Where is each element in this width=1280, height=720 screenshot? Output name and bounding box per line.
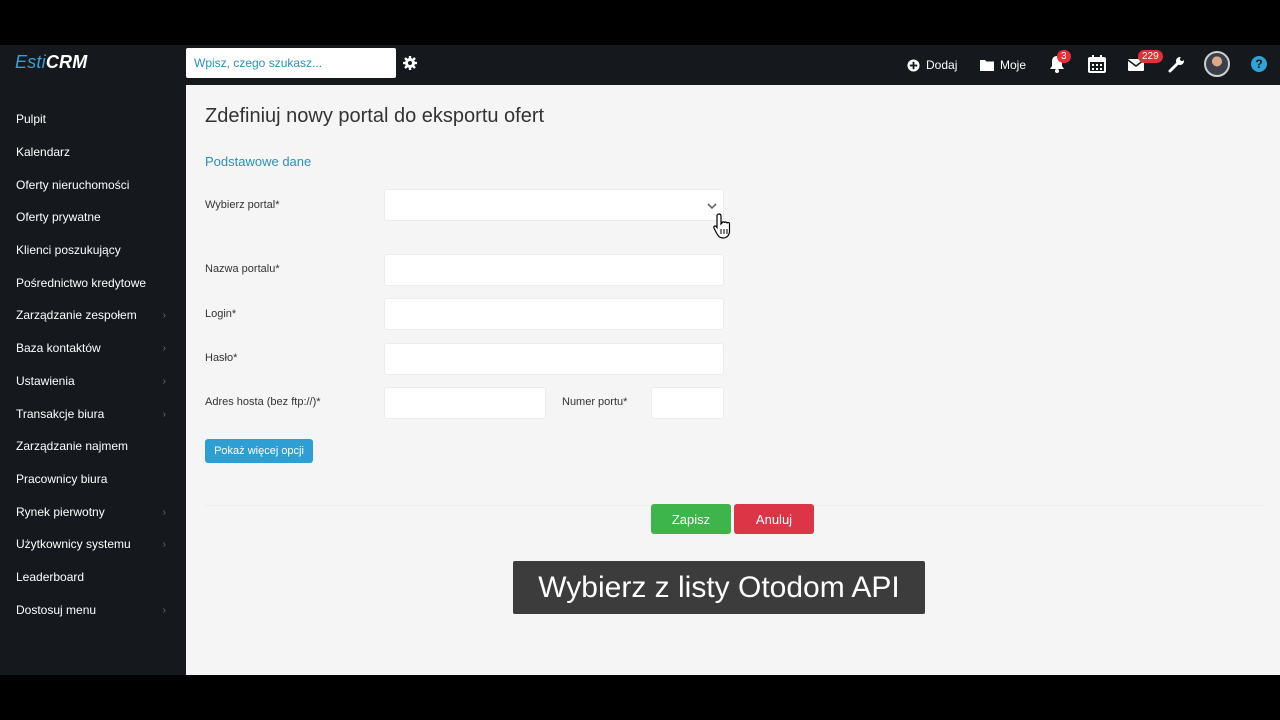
- app-logo[interactable]: EstiCRM: [15, 52, 87, 73]
- sidebar-item-label: Pulpit: [16, 112, 47, 126]
- sidebar-item-oferty-prywatne[interactable]: Oferty prywatne: [0, 201, 186, 233]
- sidebar-item-label: Pracownicy biura: [16, 472, 108, 486]
- logo-text-light: Esti: [15, 52, 46, 72]
- messages-badge: 229: [1138, 50, 1163, 63]
- calendar-icon[interactable]: [1087, 54, 1107, 74]
- chevron-right-icon: ›: [162, 604, 166, 616]
- sidebar-item-label: Transakcje biura: [16, 407, 105, 421]
- mine-button[interactable]: Moje: [980, 55, 1026, 75]
- sidebar-item-transakcje-biura[interactable]: Transakcje biura ›: [0, 398, 186, 430]
- host-field[interactable]: [384, 387, 546, 419]
- port-label: Numer portu*: [562, 396, 628, 408]
- sidebar-item-label: Zarządzanie najmem: [16, 439, 129, 453]
- sidebar-item-zarzadzanie-najmem[interactable]: Zarządzanie najmem: [0, 430, 186, 462]
- chevron-right-icon: ›: [162, 309, 166, 321]
- save-button[interactable]: Zapisz: [651, 504, 731, 534]
- chevron-right-icon: ›: [162, 408, 166, 420]
- user-avatar[interactable]: [1204, 51, 1230, 77]
- sidebar-item-pulpit[interactable]: Pulpit: [0, 103, 186, 135]
- port-field[interactable]: [651, 387, 724, 419]
- sidebar-item-baza-kontaktow[interactable]: Baza kontaktów ›: [0, 332, 186, 364]
- search-input[interactable]: [186, 48, 396, 78]
- video-caption: Wybierz z listy Otodom API: [513, 561, 925, 614]
- logo-text-bold: CRM: [45, 52, 88, 72]
- sidebar-item-uzytkownicy-systemu[interactable]: Użytkownicy systemu ›: [0, 528, 186, 560]
- mine-label: Moje: [1000, 58, 1027, 72]
- chevron-right-icon: ›: [162, 375, 166, 387]
- page-title: Zdefiniuj nowy portal do eksportu ofert: [205, 105, 545, 127]
- portal-name-label: Nazwa portalu*: [205, 263, 280, 275]
- sidebar-item-label: Oferty nieruchomości: [16, 178, 130, 192]
- sidebar-item-label: Ustawienia: [16, 374, 75, 388]
- sidebar-item-label: Pośrednictwo kredytowe: [16, 276, 147, 290]
- hand-cursor-icon: [713, 213, 731, 239]
- sidebar-item-zarzadzanie-zespolem[interactable]: Zarządzanie zespołem ›: [0, 299, 186, 331]
- sidebar-item-posrednictwo-kredytowe[interactable]: Pośrednictwo kredytowe: [0, 267, 186, 299]
- sidebar-item-pracownicy-biura[interactable]: Pracownicy biura: [0, 463, 186, 495]
- sidebar-item-rynek-pierwotny[interactable]: Rynek pierwotny ›: [0, 496, 186, 528]
- sidebar-item-oferty-nieruchomosci[interactable]: Oferty nieruchomości: [0, 169, 186, 201]
- cancel-button[interactable]: Anuluj: [734, 504, 814, 534]
- letterbox-top: [0, 0, 1280, 45]
- letterbox-bottom: [0, 675, 1280, 720]
- top-bar: EstiCRM Dodaj Moje: [0, 45, 1280, 85]
- sidebar-item-label: Oferty prywatne: [16, 210, 101, 224]
- notifications-badge: 3: [1057, 50, 1071, 63]
- sidebar-item-label: Leaderboard: [16, 570, 85, 584]
- sidebar-item-label: Rynek pierwotny: [16, 505, 105, 519]
- section-title: Podstawowe dane: [205, 154, 312, 169]
- password-field[interactable]: [384, 343, 724, 375]
- sidebar-item-label: Użytkownicy systemu: [16, 537, 131, 551]
- folder-icon: [980, 60, 994, 71]
- login-label: Login*: [205, 308, 237, 320]
- chevron-right-icon: ›: [162, 342, 166, 354]
- wrench-icon[interactable]: [1167, 54, 1187, 74]
- portal-select[interactable]: [384, 189, 724, 221]
- portal-name-field[interactable]: [384, 254, 724, 286]
- sidebar-item-label: Kalendarz: [16, 145, 71, 159]
- add-label: Dodaj: [926, 58, 958, 72]
- sidebar-item-label: Baza kontaktów: [16, 341, 101, 355]
- gear-icon[interactable]: [402, 55, 418, 71]
- host-label: Adres hosta (bez ftp://)*: [205, 396, 321, 408]
- more-options-button[interactable]: Pokaż więcej opcji: [205, 439, 313, 463]
- plus-circle-icon: [907, 58, 920, 72]
- sidebar-item-leaderboard[interactable]: Leaderboard: [0, 561, 186, 593]
- sidebar: Pulpit Kalendarz Oferty nieruchomości Of…: [0, 85, 186, 675]
- chevron-right-icon: ›: [162, 538, 166, 550]
- add-button[interactable]: Dodaj: [907, 55, 957, 75]
- login-field[interactable]: [384, 298, 724, 330]
- sidebar-item-label: Zarządzanie zespołem: [16, 308, 137, 322]
- sidebar-item-label: Klienci poszukujący: [16, 243, 121, 257]
- sidebar-item-ustawienia[interactable]: Ustawienia ›: [0, 365, 186, 397]
- portal-select-label: Wybierz portal*: [205, 199, 280, 211]
- chevron-down-icon: [707, 203, 717, 210]
- sidebar-item-label: Dostosuj menu: [16, 603, 97, 617]
- sidebar-item-dostosuj-menu[interactable]: Dostosuj menu ›: [0, 594, 186, 626]
- chevron-right-icon: ›: [162, 506, 166, 518]
- password-label: Hasło*: [205, 352, 238, 364]
- sidebar-item-kalendarz[interactable]: Kalendarz: [0, 136, 186, 168]
- sidebar-item-klienci-poszukujacy[interactable]: Klienci poszukujący: [0, 234, 186, 266]
- help-icon[interactable]: ?: [1251, 56, 1267, 72]
